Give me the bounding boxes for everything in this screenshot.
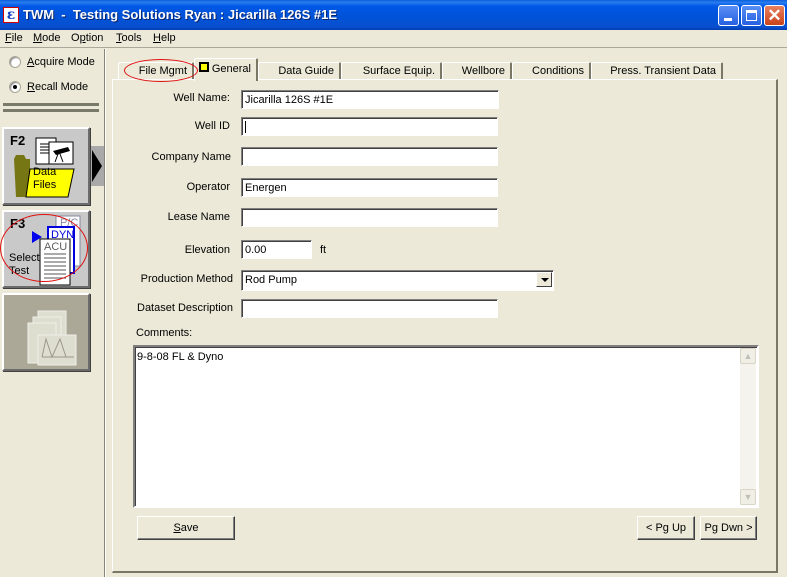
page-up-button[interactable]: < Pg Up [637,516,695,540]
page-down-button[interactable]: Pg Dwn > [700,516,757,540]
tab-data-guide[interactable]: Data Guide [258,62,341,80]
tab-surface-equip[interactable]: Surface Equip. [341,62,442,80]
lease-name-field[interactable] [241,208,498,227]
close-icon: ✕ [767,6,782,25]
maximize-button[interactable] [741,5,762,26]
dataset-description-field[interactable] [241,299,498,318]
well-id-field[interactable] [241,117,498,136]
close-button[interactable]: ✕ [764,5,785,26]
text-caret [245,121,246,134]
tab-conditions[interactable]: Conditions [512,62,591,80]
company-name-field[interactable] [241,147,498,166]
menu-mode[interactable]: Mode [33,32,61,44]
menubar-separator [0,47,787,48]
comments-scrollbar[interactable]: ▲ ▼ [740,348,756,505]
company-name-label: Company Name [151,151,231,163]
data-files-button[interactable]: F2 Data Files [2,127,90,205]
analysis-report-icon [27,310,77,366]
window-title: TWM - Testing Solutions Ryan : Jicarilla… [23,7,337,22]
chevron-down-icon[interactable] [536,272,552,287]
production-method-label: Production Method [140,273,233,285]
tab-general[interactable]: General [194,58,258,81]
scroll-up-icon[interactable]: ▲ [740,348,756,364]
lease-name-label: Lease Name [167,211,230,223]
menu-option[interactable]: Option [71,32,103,44]
select-test-button[interactable]: F3 P/C DYN ACU Select Test [2,210,90,288]
sidebar-divider [3,103,99,106]
save-button[interactable]: Save [137,516,235,540]
app-icon[interactable]: ε [3,7,19,23]
operator-label: Operator [186,181,230,193]
radio-button-checked[interactable] [9,81,21,93]
elevation-unit: ft [320,244,327,256]
menu-file[interactable]: File [5,32,23,44]
elevation-field[interactable]: 0.00 [241,240,312,259]
title-bar: ε TWM - Testing Solutions Ryan : Jicaril… [0,0,787,30]
scroll-down-icon[interactable]: ▼ [740,489,756,505]
menu-bar: File Mode Option Tools Help [0,30,787,48]
well-name-label: Well Name: [173,92,230,104]
menu-tools[interactable]: Tools [116,32,142,44]
comments-textarea[interactable]: 9-8-08 FL & Dyno ▲ ▼ [133,345,759,508]
sidebar-divider [3,109,99,112]
tab-file-mgmt[interactable]: File Mgmt [118,62,194,80]
tab-press-transient-data[interactable]: Press. Transient Data [591,62,723,80]
elevation-label: Elevation [184,244,230,256]
well-name-field[interactable]: Jicarilla 126S #1E [241,90,499,109]
menu-help[interactable]: Help [153,32,176,44]
well-id-label: Well ID [194,120,230,132]
minimize-button[interactable] [718,5,739,26]
acquire-mode-radio[interactable]: Acquire Mode [9,56,95,68]
expand-arrow[interactable] [91,146,104,186]
recall-mode-radio[interactable]: Recall Mode [9,81,88,93]
active-tab-indicator-icon [199,62,209,72]
operator-field[interactable]: Energen [241,178,498,197]
sidebar-splitter[interactable] [104,49,106,577]
production-method-select[interactable]: Rod Pump [241,270,554,291]
radio-button[interactable] [9,56,21,68]
minimize-icon [724,18,732,21]
analysis-button[interactable] [2,293,90,371]
maximize-icon [746,10,757,21]
comments-label: Comments: [136,327,193,339]
tab-wellbore[interactable]: Wellbore [442,62,512,80]
dataset-description-label: Dataset Description [137,302,233,314]
